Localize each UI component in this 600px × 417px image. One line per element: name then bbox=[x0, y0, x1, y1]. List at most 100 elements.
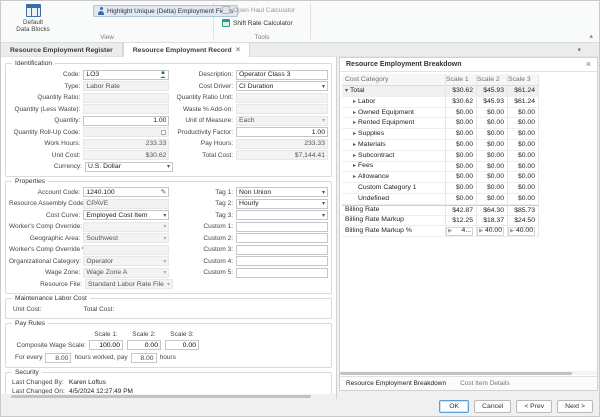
scrollbar-thumb[interactable] bbox=[340, 372, 572, 375]
custom-3-field[interactable] bbox=[236, 245, 328, 255]
identification-section: Identification Code:LO3Description:Opera… bbox=[5, 63, 332, 177]
maintenance-total-cost-label: Total Cost: bbox=[84, 306, 115, 313]
breakdown-panel: Resource Employment Breakdown × Cost Cat… bbox=[339, 57, 598, 391]
form-row: Quantity:1.00Unit of Measure:Each▾ bbox=[9, 115, 328, 127]
chevron-down-icon: ▾ bbox=[322, 189, 325, 196]
breakdown-row-undefined[interactable]: ▸Undefined$0.00$0.00$0.00 bbox=[342, 194, 597, 205]
expand-icon[interactable]: ▸ bbox=[353, 172, 356, 182]
scale-2-value-cell: $0.00 bbox=[477, 194, 508, 205]
breakdown-row-billing-rate-markup[interactable]: Billing Rate Markup %▶4...▶40.00▶40.00 bbox=[342, 226, 597, 237]
scale-1-header: Scale 1: bbox=[89, 331, 123, 338]
breakdown-row-labor[interactable]: ▸Labor$30.62$45.93$61.24 bbox=[342, 97, 597, 108]
breakdown-row-materials[interactable]: ▸Materials$0.00$0.00$0.00 bbox=[342, 140, 597, 151]
breakdown-row-billing-rate-markup[interactable]: Billing Rate Markup$12.25$18.37$24.50 bbox=[342, 216, 597, 227]
chevron-down-icon: ▾ bbox=[163, 212, 166, 219]
expand-icon[interactable]: ▸ bbox=[353, 118, 356, 128]
scale-1-value-cell: $0.00 bbox=[446, 108, 477, 119]
breakdown-row-custom-category-1[interactable]: ▸Custom Category 1$0.00$0.00$0.00 bbox=[342, 183, 597, 194]
quantity-field[interactable]: 1.00 bbox=[83, 116, 169, 126]
scrollbar-thumb[interactable] bbox=[11, 395, 311, 398]
composite-wage-scale-2-input[interactable]: 0.00 bbox=[127, 340, 161, 350]
tab-cost-item-details[interactable]: Cost Item Details bbox=[460, 380, 510, 387]
total-cost-value: $7,144.41 bbox=[239, 152, 325, 159]
next-button[interactable]: Next > bbox=[557, 400, 593, 413]
currency-field[interactable]: U.S. Dollar▾ bbox=[85, 162, 173, 172]
breakdown-row-subcontract[interactable]: ▸Subcontract$0.00$0.00$0.00 bbox=[342, 151, 597, 162]
pay-hours-input[interactable]: 8.00 bbox=[131, 353, 157, 363]
column-header-cost-category[interactable]: Cost Category bbox=[342, 74, 446, 86]
default-data-blocks-button[interactable]: Default Data Blocks bbox=[7, 4, 59, 38]
expand-icon[interactable]: ▸ bbox=[353, 162, 356, 172]
expand-icon[interactable]: ▸ bbox=[353, 129, 356, 139]
expand-icon[interactable]: ▸ bbox=[353, 108, 356, 118]
tag-1-field[interactable]: Non Union▾ bbox=[236, 187, 328, 197]
expand-icon[interactable]: ▸ bbox=[353, 140, 356, 150]
form-row: Organizational Category:Operator▾Custom … bbox=[9, 256, 328, 268]
cost-curve-field[interactable]: Employed Cost Item▾ bbox=[83, 210, 169, 220]
productivity-factor-field[interactable]: 1.00 bbox=[236, 127, 328, 137]
breakdown-row-fees[interactable]: ▸Fees$0.00$0.00$0.00 bbox=[342, 162, 597, 173]
tag-2-field[interactable]: Hourly▾ bbox=[236, 199, 328, 209]
tab-list-chevron-icon[interactable]: ▾ bbox=[577, 46, 581, 54]
cost-driver-field[interactable]: CI Duration▾ bbox=[236, 81, 328, 91]
custom-2-field[interactable] bbox=[236, 233, 328, 243]
column-header-scale-3[interactable]: Scale 3 bbox=[508, 74, 539, 86]
expand-icon[interactable]: ▸ bbox=[353, 97, 356, 107]
worker-s-comp-override-label: Worker's Comp Override %: bbox=[9, 246, 83, 253]
pay-hours-label: Pay Hours: bbox=[173, 140, 236, 147]
form-row: Resource File:Standard Labor Rate File▾ bbox=[9, 279, 328, 291]
column-header-scale-1[interactable]: Scale 1 bbox=[446, 74, 477, 86]
ok-button[interactable]: OK bbox=[439, 400, 469, 413]
form-row: Account Code:1240.100✎Tag 1:Non Union▾ bbox=[9, 187, 328, 199]
quantity-ratio-field bbox=[83, 93, 169, 103]
scale-2-value-cell: $0.00 bbox=[477, 108, 508, 119]
spin-icon: ▶ bbox=[448, 226, 452, 236]
resource-file-field: Standard Labor Rate File▾ bbox=[85, 279, 173, 289]
breakdown-row-owned-equipment[interactable]: ▸Owned Equipment$0.00$0.00$0.00 bbox=[342, 108, 597, 119]
tab-resource-employment-record[interactable]: Resource Employment Record × bbox=[123, 43, 251, 57]
breakdown-horizontal-scrollbar[interactable] bbox=[340, 371, 597, 375]
scale-2-value-cell: $0.00 bbox=[477, 172, 508, 183]
tab-resource-employment-register[interactable]: Resource Employment Register bbox=[1, 43, 123, 57]
collapse-icon[interactable]: ▾ bbox=[345, 86, 348, 96]
ribbon-group-label-tools: Tools bbox=[214, 34, 310, 41]
shift-rate-calculator-button[interactable]: Shift Rate Calculator bbox=[217, 17, 298, 29]
scale-3-value-cell: $0.00 bbox=[508, 118, 539, 129]
scale-1-value-cell: $30.62 bbox=[446, 97, 477, 108]
composite-wage-scale-3-input[interactable]: 0.00 bbox=[165, 340, 199, 350]
hours-worked-input[interactable]: 8.00 bbox=[45, 353, 71, 363]
wage-zone-field: Wage Zone A▾ bbox=[83, 268, 169, 278]
cancel-button[interactable]: Cancel bbox=[474, 400, 511, 413]
scale-1-value-cell[interactable]: ▶4... bbox=[446, 226, 477, 237]
markup-percent-value: 40.00 bbox=[485, 226, 502, 236]
cost-category-label: Billing Rate Markup % bbox=[345, 226, 412, 236]
custom-4-field[interactable] bbox=[236, 256, 328, 266]
scale-3-value-cell[interactable]: ▶40.00 bbox=[508, 226, 539, 237]
close-icon[interactable]: × bbox=[586, 60, 591, 69]
tab-resource-employment-breakdown[interactable]: Resource Employment Breakdown bbox=[346, 380, 446, 387]
code-field[interactable]: LO3 bbox=[83, 70, 169, 80]
prev-button[interactable]: < Prev bbox=[516, 400, 552, 413]
form-horizontal-scrollbar[interactable] bbox=[1, 394, 336, 399]
expand-icon[interactable]: ▸ bbox=[353, 151, 356, 161]
default-data-blocks-label: Default Data Blocks bbox=[16, 19, 50, 33]
description-label: Description: bbox=[173, 71, 236, 78]
custom-5-field[interactable] bbox=[236, 268, 328, 278]
custom-1-field[interactable] bbox=[236, 222, 328, 232]
document-tab-strip: Resource Employment Register Resource Em… bbox=[1, 43, 599, 57]
breakdown-row-supplies[interactable]: ▸Supplies$0.00$0.00$0.00 bbox=[342, 129, 597, 140]
description-field[interactable]: Operator Class 3 bbox=[236, 70, 328, 80]
breakdown-row-billing-rate[interactable]: Billing Rate$42.87$64.30$85.73 bbox=[342, 205, 597, 216]
breakdown-row-rented-equipment[interactable]: ▸Rented Equipment$0.00$0.00$0.00 bbox=[342, 118, 597, 129]
scale-3-value-cell: $0.00 bbox=[508, 162, 539, 173]
account-code-field[interactable]: 1240.100✎ bbox=[83, 187, 169, 197]
composite-wage-scale-1-input[interactable]: 100.00 bbox=[89, 340, 123, 350]
breakdown-row-total[interactable]: ▾Total$30.62$45.93$61.24 bbox=[342, 86, 597, 97]
scale-2-value-cell[interactable]: ▶40.00 bbox=[477, 226, 508, 237]
column-header-scale-2[interactable]: Scale 2 bbox=[477, 74, 508, 86]
tab-close-icon[interactable]: × bbox=[236, 46, 241, 54]
tag-3-field[interactable]: ▾ bbox=[236, 210, 328, 220]
breakdown-row-allowance[interactable]: ▸Allowance$0.00$0.00$0.00 bbox=[342, 172, 597, 183]
ribbon-collapse-icon[interactable]: ▴ bbox=[589, 32, 593, 40]
cost-category-cell: Billing Rate Markup % bbox=[342, 226, 446, 237]
